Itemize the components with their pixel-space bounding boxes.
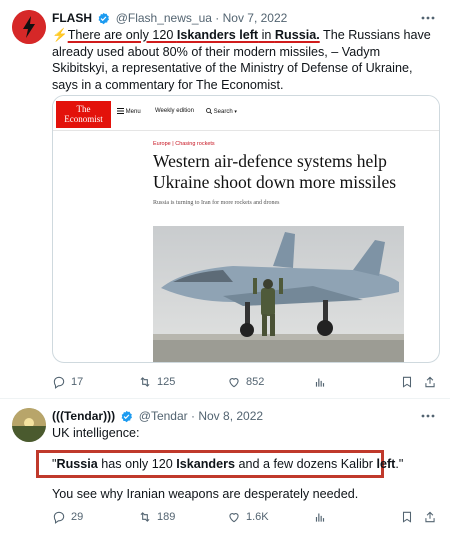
article-subhead: Russia is turning to Iran for more rocke… bbox=[153, 200, 280, 206]
text-bold: Russia. bbox=[274, 28, 320, 42]
reply-icon bbox=[53, 511, 65, 524]
handle[interactable]: @Tendar bbox=[139, 409, 188, 423]
tweet-header: FLASH @Flash_news_ua · Nov 7, 2022 bbox=[52, 11, 416, 28]
separator-dot: · bbox=[215, 11, 220, 25]
share-button[interactable] bbox=[423, 508, 437, 526]
lightning-logo-icon bbox=[12, 10, 46, 44]
quoted-statement: "Russia has only 120 Iskanders and a few… bbox=[52, 456, 436, 473]
verified-badge-icon bbox=[97, 12, 110, 28]
display-name[interactable]: FLASH bbox=[52, 11, 92, 25]
like-button[interactable]: 852 bbox=[227, 373, 264, 391]
lightning-emoji: ⚡ bbox=[52, 28, 68, 42]
share-button[interactable] bbox=[423, 373, 437, 391]
heart-icon bbox=[229, 513, 239, 523]
menu-link: Menu bbox=[117, 108, 141, 115]
text-part: has only 120 bbox=[97, 457, 177, 471]
link-card[interactable]: The Economist Menu Weekly edition Search… bbox=[52, 95, 440, 363]
logo-line: Economist bbox=[64, 114, 103, 124]
tweet-actions: 17 125 852 bbox=[52, 373, 442, 391]
like-count: 1.6K bbox=[246, 511, 269, 523]
retweet-icon bbox=[140, 377, 150, 387]
text-part: ." bbox=[395, 457, 404, 471]
reply-count: 17 bbox=[71, 376, 84, 388]
retweet-button[interactable]: 189 bbox=[138, 508, 175, 526]
retweet-count: 189 bbox=[157, 511, 176, 523]
economist-logo: The Economist bbox=[56, 101, 111, 128]
handle[interactable]: @Flash_news_ua bbox=[116, 11, 212, 25]
tweet-flash[interactable]: FLASH @Flash_news_ua · Nov 7, 2022 ⚡Ther… bbox=[0, 0, 450, 399]
bookmark-button[interactable] bbox=[400, 508, 414, 526]
logo-line: The bbox=[76, 104, 91, 114]
reply-icon bbox=[53, 376, 65, 389]
heart-icon bbox=[229, 378, 239, 388]
share-icon bbox=[425, 376, 435, 388]
separator-dot: · bbox=[191, 409, 195, 423]
hamburger-icon bbox=[117, 108, 124, 114]
tweet-line-3: You see why Iranian weapons are desperat… bbox=[52, 487, 359, 501]
weekly-edition-link: Weekly edition bbox=[155, 108, 194, 114]
retweet-count: 125 bbox=[157, 376, 176, 388]
reply-button[interactable]: 29 bbox=[52, 508, 83, 526]
search-icon bbox=[206, 108, 213, 115]
search-link: Search ▾ bbox=[206, 108, 237, 115]
share-icon bbox=[425, 511, 435, 523]
tweet-date[interactable]: Nov 8, 2022 bbox=[198, 409, 263, 423]
bookmark-button[interactable] bbox=[400, 373, 414, 391]
text-bold: Russia bbox=[56, 457, 98, 471]
bookmark-icon bbox=[402, 376, 412, 388]
article-kicker: Europe | Chasing rockets bbox=[153, 141, 215, 147]
underlined-claim: There are only 120 Iskanders left in Rus… bbox=[68, 28, 320, 42]
economist-header: The Economist Menu Weekly edition Search… bbox=[53, 96, 439, 131]
analytics-icon bbox=[315, 513, 325, 522]
text-bold: Iskanders bbox=[176, 457, 236, 471]
search-label: Search bbox=[213, 109, 233, 115]
reply-count: 29 bbox=[71, 511, 84, 523]
avatar[interactable] bbox=[12, 10, 46, 44]
tweet-tendar[interactable]: (((Tendar))) @Tendar · Nov 8, 2022 UK in… bbox=[0, 399, 450, 536]
more-options-icon[interactable] bbox=[420, 10, 436, 26]
menu-label: Menu bbox=[125, 109, 141, 115]
retweet-icon bbox=[140, 512, 150, 522]
tweet-actions: 29 189 1.6K bbox=[52, 508, 442, 526]
bookmark-icon bbox=[402, 511, 412, 523]
article-headline: Western air-defence systems help Ukraine… bbox=[153, 151, 397, 192]
views-button[interactable] bbox=[313, 508, 327, 526]
reply-button[interactable]: 17 bbox=[52, 373, 83, 391]
like-button[interactable]: 1.6K bbox=[227, 508, 269, 526]
more-options-icon[interactable] bbox=[420, 408, 436, 424]
tweet-header: (((Tendar))) @Tendar · Nov 8, 2022 bbox=[52, 409, 416, 426]
text-part: There are only 120 bbox=[67, 28, 177, 42]
display-name[interactable]: (((Tendar))) bbox=[52, 409, 115, 423]
tweet-text: ⚡There are only 120 Iskanders left in Ru… bbox=[52, 27, 436, 93]
analytics-icon bbox=[315, 378, 325, 387]
text-bold: Iskanders left bbox=[176, 28, 259, 42]
like-count: 852 bbox=[246, 376, 265, 388]
retweet-button[interactable]: 125 bbox=[138, 373, 175, 391]
sunset-avatar-icon bbox=[12, 408, 46, 442]
tweet-date[interactable]: Nov 7, 2022 bbox=[223, 11, 288, 25]
tweet-line-1: UK intelligence: bbox=[52, 426, 140, 440]
text-part: in bbox=[258, 28, 275, 42]
views-button[interactable] bbox=[313, 373, 327, 391]
text-bold: left bbox=[376, 457, 396, 471]
text-part: and a few dozens Kalibr bbox=[235, 457, 377, 471]
fighter-jet-photo bbox=[153, 226, 404, 362]
verified-badge-icon bbox=[120, 410, 133, 426]
avatar[interactable] bbox=[12, 408, 46, 442]
